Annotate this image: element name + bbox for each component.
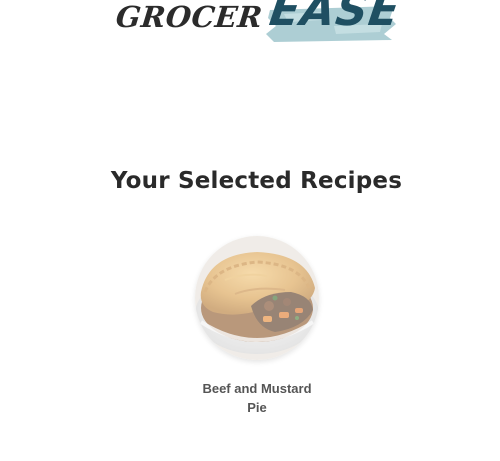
app-logo[interactable]: GROCER EASE — [116, 0, 398, 44]
beef-pie-photo-icon — [195, 236, 319, 360]
logo-ease-block: EASE — [266, 0, 398, 44]
recipe-name-line-1: Beef and Mustard — [202, 381, 312, 396]
logo-text-grocer: GROCER — [116, 0, 265, 34]
recipe-card[interactable]: Beef and Mustard Pie — [192, 236, 322, 417]
recipe-name[interactable]: Beef and Mustard Pie — [192, 379, 322, 417]
logo-text-ease: EASE — [266, 0, 398, 36]
recipe-name-line-2: Pie — [247, 400, 267, 415]
recipe-image[interactable] — [195, 236, 319, 360]
page-title: Your Selected Recipes — [110, 168, 403, 194]
